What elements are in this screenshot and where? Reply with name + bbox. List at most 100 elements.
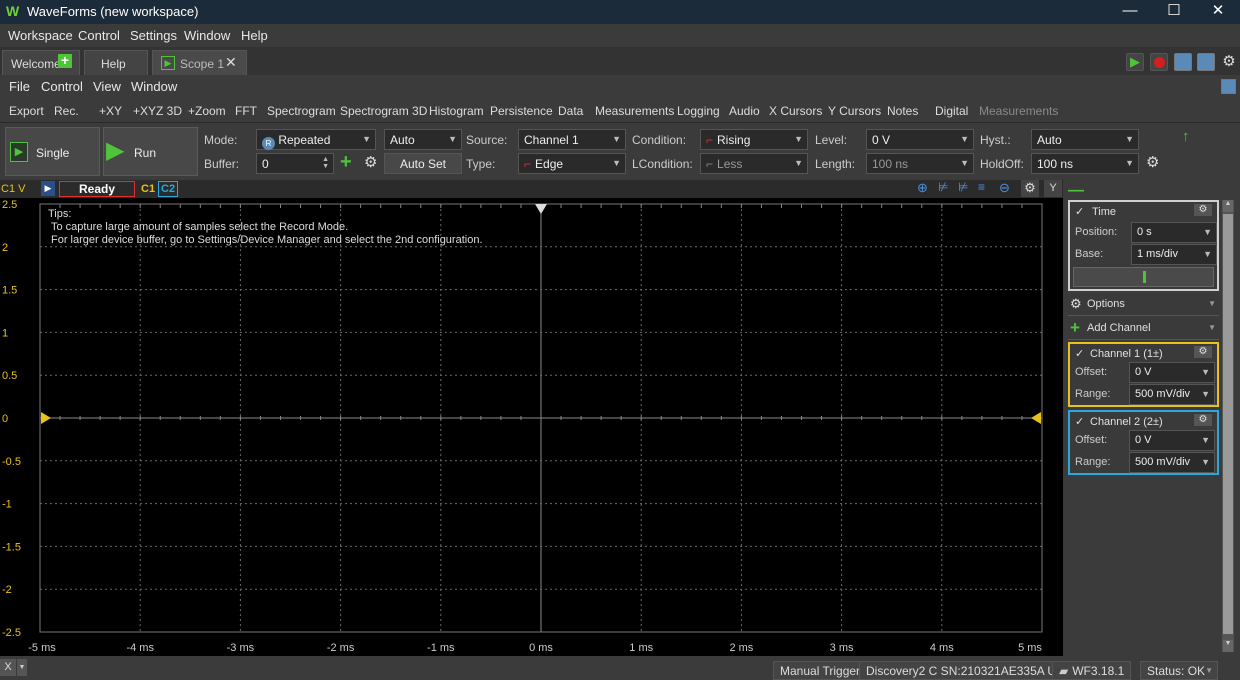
holdoff-value: 100 ns — [1037, 157, 1074, 171]
channel1-offset-input[interactable]: 0 V ▼ — [1129, 362, 1215, 383]
tips-line-1: To capture large amount of samples selec… — [51, 221, 349, 233]
tile-windows-icon[interactable] — [1197, 53, 1215, 71]
manual-trigger-button[interactable]: Manual Trigger — [773, 661, 868, 680]
menu-workspace[interactable]: Workspace — [8, 28, 73, 43]
tool-notes[interactable]: Notes — [887, 104, 918, 118]
tab-welcome[interactable]: Welcome + — [2, 50, 80, 75]
scope-menu-view[interactable]: View — [93, 79, 121, 94]
menu-window[interactable]: Window — [184, 28, 230, 43]
level-input[interactable]: 0 V ▼ — [866, 129, 974, 150]
holdoff-input[interactable]: 100 ns ▼ — [1031, 153, 1139, 174]
tool-record[interactable]: Rec. — [54, 104, 79, 118]
channel1-check-icon[interactable]: ✓ — [1075, 347, 1084, 360]
x-axis-dropdown-icon[interactable]: ▼ — [17, 659, 27, 676]
add-icon[interactable]: + — [58, 53, 72, 68]
collapse-arrow-icon[interactable]: ↑ — [1182, 128, 1190, 145]
scope-grid[interactable]: 2.521.510.50-0.5-1-1.5-2-2.5 — [0, 180, 1063, 656]
tab-scope[interactable]: ▶ Scope 1 ✕ — [152, 50, 247, 75]
minimize-button[interactable]: — — [1108, 0, 1152, 24]
buffer-input[interactable]: 0 ▲ ▼ — [256, 153, 334, 174]
settings-gear-icon[interactable]: ⚙ — [1220, 53, 1238, 71]
add-buffer-icon[interactable]: + — [340, 151, 352, 174]
buffer-value: 0 — [262, 157, 269, 171]
close-tab-icon[interactable]: ✕ — [225, 54, 237, 71]
buffer-settings-gear-icon[interactable]: ⚙ — [364, 153, 377, 171]
tool-xy[interactable]: +XY — [99, 104, 122, 118]
type-select[interactable]: ⌐ Edge ▼ — [518, 153, 626, 174]
scroll-thumb[interactable] — [1223, 214, 1233, 634]
y-tick-label: 2 — [2, 242, 8, 254]
position-input[interactable]: 0 s ▼ — [1131, 222, 1217, 243]
cascade-windows-icon[interactable] — [1174, 53, 1192, 71]
tool-digital[interactable]: Digital — [935, 104, 968, 118]
source-select[interactable]: Channel 1 ▼ — [518, 129, 626, 150]
channel2-offset-input[interactable]: 0 V ▼ — [1129, 430, 1215, 451]
x-tick-label: 1 ms — [629, 642, 653, 654]
device-status[interactable]: Discovery2 C SN:210321AE335A USB — [859, 661, 1080, 680]
run-button[interactable]: ▶ Run — [103, 127, 198, 176]
tool-logging[interactable]: Logging — [677, 104, 720, 118]
tool-y-cursors[interactable]: Y Cursors — [828, 104, 881, 118]
tool-fft[interactable]: FFT — [235, 104, 257, 118]
tool-spectrogram-3d[interactable]: Spectrogram 3D — [340, 104, 427, 118]
tool-audio[interactable]: Audio — [729, 104, 760, 118]
length-input[interactable]: 100 ns ▼ — [866, 153, 974, 174]
source-value: Channel 1 — [524, 133, 579, 147]
add-channel-row[interactable]: + Add Channel ▼ — [1068, 318, 1219, 340]
level-label: Level: — [815, 133, 848, 147]
tool-data[interactable]: Data — [558, 104, 583, 118]
tool-spectrogram[interactable]: Spectrogram — [267, 104, 336, 118]
close-button[interactable]: ✕ — [1196, 0, 1240, 24]
trigger-settings-gear-icon[interactable]: ⚙ — [1146, 153, 1159, 171]
scope-menu-window[interactable]: Window — [131, 79, 177, 94]
single-button[interactable]: ▶ Single — [5, 127, 100, 176]
lcondition-select[interactable]: ⌐ Less ▼ — [700, 153, 808, 174]
menu-settings[interactable]: Settings — [130, 28, 177, 43]
options-row[interactable]: ⚙ Options ▼ — [1068, 294, 1219, 316]
scroll-down-icon[interactable]: ▼ — [1223, 640, 1233, 652]
tool-xyz3d[interactable]: +XYZ 3D — [133, 104, 182, 118]
condition-label: Condition: — [632, 133, 687, 147]
channel2-title: Channel 2 (2±) — [1090, 416, 1163, 428]
condition-select[interactable]: ⌐ Rising ▼ — [700, 129, 808, 150]
menu-help[interactable]: Help — [241, 28, 268, 43]
channel1-range-select[interactable]: 500 mV/div ▼ — [1129, 384, 1215, 405]
trigger-mode-select[interactable]: Auto ▼ — [384, 129, 462, 150]
hyst-select[interactable]: Auto ▼ — [1031, 129, 1139, 150]
tool-x-cursors[interactable]: X Cursors — [769, 104, 822, 118]
type-value: Edge — [535, 157, 564, 171]
status-ok[interactable]: Status: OK ▼ — [1140, 661, 1218, 680]
tool-export[interactable]: Export — [9, 104, 44, 118]
stop-all-icon[interactable] — [1150, 53, 1168, 71]
run-all-icon[interactable]: ▶ — [1126, 53, 1144, 71]
status-dropdown-icon: ▼ — [1205, 666, 1213, 675]
time-gear-icon[interactable]: ⚙ — [1194, 204, 1212, 216]
scope-menu-file[interactable]: File — [9, 79, 30, 94]
panel-scrollbar[interactable]: ▲ ▼ — [1222, 200, 1234, 652]
time-check-icon[interactable]: ✓ — [1075, 205, 1084, 218]
tool-zoom[interactable]: +Zoom — [188, 104, 226, 118]
channel2-range-select[interactable]: 500 mV/div ▼ — [1129, 452, 1215, 473]
title-bar: W WaveForms (new workspace) — ☐ ✕ — [0, 0, 1240, 24]
base-select[interactable]: 1 ms/div ▼ — [1131, 244, 1217, 265]
collapse-panel-icon[interactable]: — — [1068, 182, 1084, 200]
source-label: Source: — [466, 133, 508, 147]
tool-histogram[interactable]: Histogram — [429, 104, 484, 118]
tool-persistence[interactable]: Persistence — [490, 104, 553, 118]
mode-select[interactable]: R Repeated ▼ — [256, 129, 376, 150]
time-slider[interactable] — [1073, 267, 1214, 287]
scope-menu-control[interactable]: Control — [41, 79, 83, 94]
channel2-check-icon[interactable]: ✓ — [1075, 415, 1084, 428]
restore-window-icon[interactable] — [1221, 79, 1236, 94]
autoset-button[interactable]: Auto Set — [384, 153, 462, 174]
channel2-gear-icon[interactable]: ⚙ — [1194, 414, 1212, 426]
menu-control[interactable]: Control — [78, 28, 120, 43]
channel1-gear-icon[interactable]: ⚙ — [1194, 346, 1212, 358]
scroll-up-icon[interactable]: ▲ — [1223, 200, 1233, 212]
x-axis-toggle[interactable]: X — [0, 659, 16, 676]
time-slider-handle[interactable] — [1143, 271, 1146, 283]
tool-measurements[interactable]: Measurements — [595, 104, 674, 118]
maximize-button[interactable]: ☐ — [1152, 0, 1196, 24]
x-tick-label: 0 ms — [529, 642, 553, 654]
tab-help[interactable]: Help — [84, 50, 148, 75]
